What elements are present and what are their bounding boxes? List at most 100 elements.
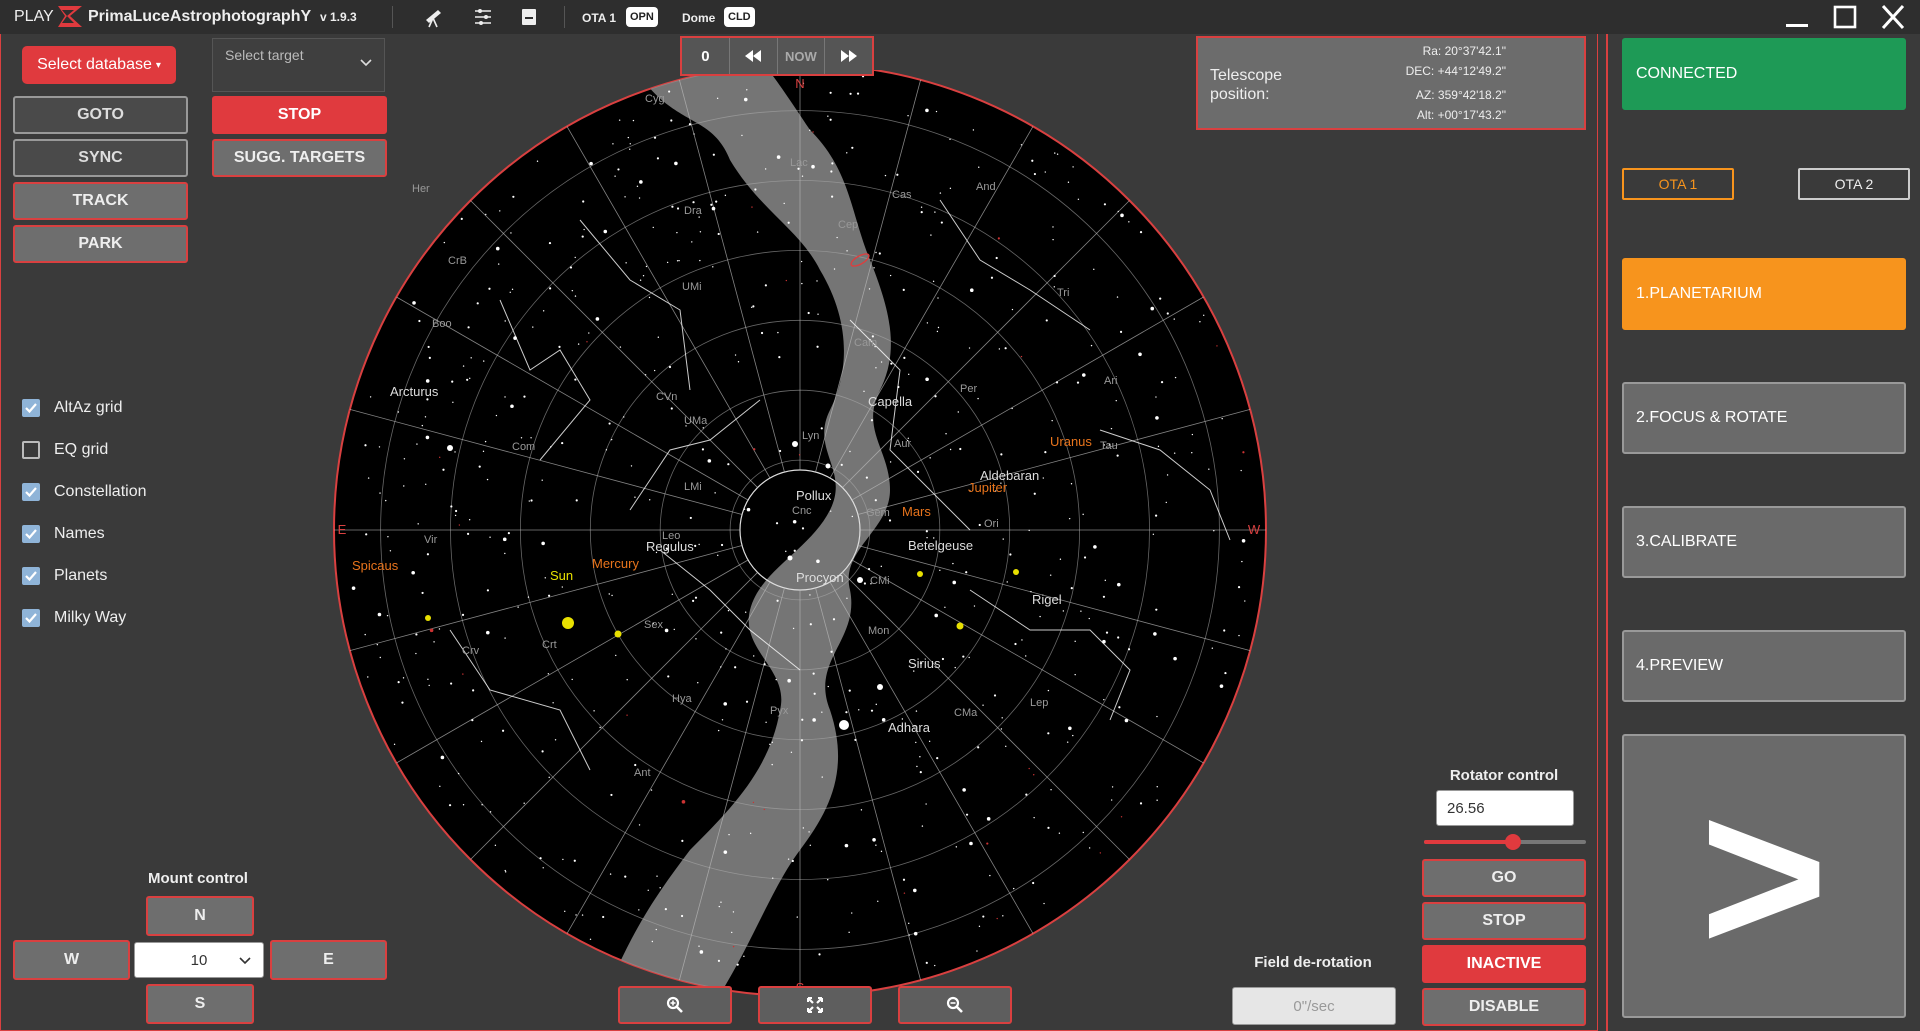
checkbox-row[interactable]: AltAz grid [22,396,122,420]
star [792,627,795,630]
rotator-inactive-button[interactable]: INACTIVE [1422,945,1586,983]
park-button[interactable]: PARK [13,225,188,263]
star [608,422,611,425]
star [849,450,851,453]
checkbox-row[interactable]: EQ grid [22,438,108,462]
checkbox-row[interactable]: Names [22,522,105,546]
star [698,945,700,947]
star [638,824,641,826]
planetarium-view[interactable]: NSEWDenebCygLacHerDraCepCasAndCrBUMiTriB… [330,58,1270,1000]
rotator-slider[interactable] [1424,834,1586,850]
star [949,138,951,140]
star-map[interactable]: NSEWDenebCygLacHerDraCepCasAndCrBUMiTriB… [330,58,1270,1000]
close-icon[interactable] [1878,4,1908,30]
star [486,478,489,481]
star [1224,671,1227,675]
star [1077,198,1080,200]
star [724,194,727,197]
right-panel: CONNECTED OTA 1 OTA 2 1.PLANETARIUM 2.FO… [1606,34,1920,1031]
zoom-in-button[interactable] [618,986,732,1024]
checkbox-checked[interactable] [22,483,40,501]
field-derotation-input[interactable]: 0"/sec [1232,987,1396,1025]
mount-south-button[interactable]: S [146,984,254,1024]
checkbox-row[interactable]: Constellation [22,480,147,504]
map-label: Tri [1057,287,1069,299]
star [880,565,882,568]
minimize-icon[interactable] [1782,4,1812,30]
star [849,92,852,95]
map-label: Adhara [888,720,931,735]
star [993,694,997,697]
connection-status-button[interactable]: CONNECTED [1622,38,1906,110]
telescope-icon[interactable] [422,6,444,28]
map-label: UMa [684,415,708,427]
slider-thumb[interactable] [1505,834,1522,850]
rotator-disable-button[interactable]: DISABLE [1422,988,1586,1026]
celestial-object [787,555,793,561]
checkbox-checked[interactable] [22,525,40,543]
next-step-button[interactable]: > [1622,734,1906,1018]
checkbox-row[interactable]: Milky Way [22,606,126,630]
star [1166,312,1169,315]
star [945,433,947,435]
star [1025,655,1027,657]
star [629,143,631,145]
star [727,609,730,612]
mount-west-button[interactable]: W [13,940,130,980]
star [1110,427,1113,430]
star [1072,166,1074,168]
sliders-icon[interactable] [472,6,494,28]
fast-forward-button[interactable] [825,38,872,74]
fit-view-button[interactable] [758,986,872,1024]
checkbox-unchecked[interactable] [22,441,40,459]
now-button[interactable]: NOW [778,38,826,74]
step-preview-button[interactable]: 4.PREVIEW [1622,630,1906,702]
star [610,438,613,441]
checkbox-checked[interactable] [22,609,40,627]
rewind-button[interactable] [730,38,778,74]
checkbox-checked[interactable] [22,567,40,585]
rotator-angle-input[interactable]: 26.56 [1436,790,1574,826]
star [801,282,803,285]
step-planetarium-button[interactable]: 1.PLANETARIUM [1622,258,1906,330]
star [920,211,923,214]
mount-north-button[interactable]: N [146,896,254,936]
star [448,804,452,807]
star [589,938,592,941]
rotator-stop-button[interactable]: STOP [1422,902,1586,940]
star [968,656,970,659]
star [715,200,718,203]
document-icon[interactable] [518,6,540,28]
checkbox-checked[interactable] [22,399,40,417]
star [995,256,998,260]
star [652,226,654,229]
check-icon [25,403,37,413]
star [653,369,656,372]
step-focus-rotate-button[interactable]: 2.FOCUS & ROTATE [1622,382,1906,454]
star [851,146,854,149]
star [657,336,660,338]
star [378,446,381,448]
ota1-tab[interactable]: OTA 1 [1622,168,1734,200]
map-label: Cep [838,219,858,231]
track-button[interactable]: TRACK [13,182,188,220]
rotator-go-button[interactable]: GO [1422,859,1586,897]
zoom-out-button[interactable] [898,986,1012,1024]
star [1093,545,1097,549]
star [919,756,921,758]
goto-button[interactable]: GOTO [13,96,188,134]
step-calibrate-button[interactable]: 3.CALIBRATE [1622,506,1906,578]
sync-button[interactable]: SYNC [13,139,188,177]
mount-speed-select[interactable]: 10 [134,942,264,978]
select-database-dropdown[interactable]: Select database ▾ [22,46,176,84]
star [692,599,695,602]
celestial-object [447,445,453,451]
star [1155,416,1159,420]
star [676,231,678,234]
maximize-icon[interactable] [1830,4,1860,30]
star [940,221,943,224]
checkbox-row[interactable]: Planets [22,564,107,588]
star [996,917,998,920]
ota2-tab[interactable]: OTA 2 [1798,168,1910,200]
star [829,91,832,94]
